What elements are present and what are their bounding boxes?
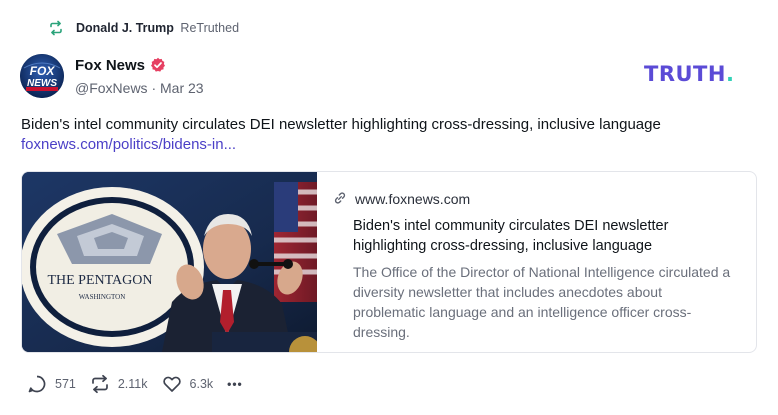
logo-text: TRUTH	[644, 62, 726, 86]
retruth-indicator: Donald J. Trump ReTruthed	[48, 19, 239, 37]
like-button[interactable]: 6.3k	[162, 374, 214, 394]
retruth-button[interactable]: 2.11k	[90, 374, 148, 394]
card-image[interactable]: THE PENTAGON WASHINGTON	[22, 172, 317, 352]
more-icon: •••	[227, 377, 243, 391]
card-title: Biden's intel community circulates DEI n…	[353, 218, 669, 254]
author-info: Fox News @FoxNews · Mar 23	[75, 55, 204, 97]
author-meta: @FoxNews · Mar 23	[75, 80, 204, 96]
image-sign-text: THE PENTAGON	[47, 273, 152, 288]
retruth-text: Donald J. Trump ReTruthed	[76, 21, 239, 35]
retruth-action-label: ReTruthed	[180, 21, 240, 35]
card-body: www.foxnews.com Biden's intel community …	[317, 172, 756, 352]
more-button[interactable]: •••	[227, 377, 243, 391]
link-preview-card[interactable]: THE PENTAGON WASHINGTON www.foxnews.com …	[21, 171, 757, 353]
reply-button[interactable]: 571	[27, 374, 76, 394]
meta-separator: ·	[151, 80, 157, 96]
logo-dot: .	[725, 62, 735, 86]
post-text: Biden's intel community circulates DEI n…	[21, 116, 661, 133]
card-domain-row: www.foxnews.com	[333, 190, 738, 208]
reply-icon	[27, 374, 47, 394]
retruth-icon	[48, 20, 64, 36]
retruth-count: 2.11k	[117, 377, 148, 391]
post-date[interactable]: Mar 23	[160, 80, 204, 96]
post-link[interactable]: foxnews.com/politics/bidens-in...	[21, 135, 236, 155]
avatar-text-bottom: NEWS	[27, 78, 57, 89]
avatar-text-top: FOX	[30, 64, 56, 78]
truth-logo[interactable]: TRUTH.	[644, 62, 734, 86]
card-description: The Office of the Director of National I…	[353, 264, 731, 340]
image-sign-subtext: WASHINGTON	[79, 293, 126, 301]
retruth-user-name[interactable]: Donald J. Trump	[76, 21, 174, 35]
reply-count: 571	[55, 377, 76, 391]
action-bar: 571 2.11k 6.3k •••	[27, 374, 257, 394]
card-domain: www.foxnews.com	[355, 191, 471, 207]
verified-badge-icon	[150, 57, 166, 73]
link-icon	[333, 191, 347, 208]
author-handle[interactable]: @FoxNews	[75, 80, 148, 96]
author-display-name[interactable]: Fox News	[75, 57, 145, 74]
like-count: 6.3k	[189, 377, 214, 391]
avatar[interactable]: FOX NEWS	[20, 54, 64, 98]
retruth-icon	[90, 374, 110, 394]
heart-icon	[162, 374, 182, 394]
